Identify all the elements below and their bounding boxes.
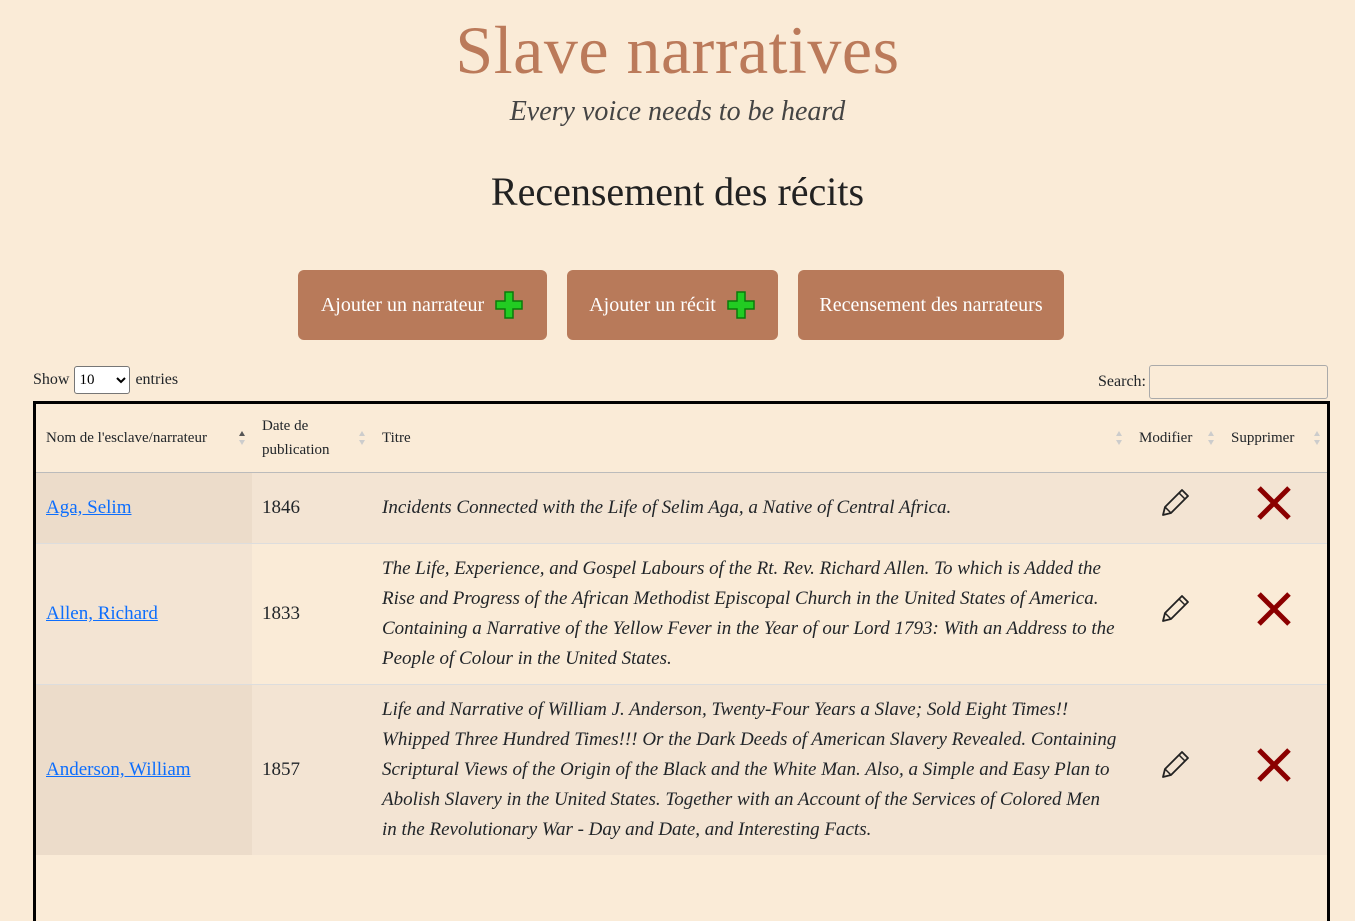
sort-icon (1314, 431, 1320, 445)
column-header-title-label: Titre (382, 430, 411, 446)
edit-cell (1129, 543, 1221, 685)
search-control: Search: (1098, 365, 1328, 399)
title-cell: The Life, Experience, and Gospel Labours… (372, 543, 1129, 685)
show-label: Show (33, 371, 70, 388)
page-title: Recensement des récits (490, 169, 865, 214)
column-header-delete[interactable]: Supprimer (1221, 404, 1327, 473)
sort-ascending-icon (239, 431, 245, 445)
delete-cell (1221, 472, 1327, 544)
delete-icon[interactable] (1254, 483, 1294, 523)
table-row: Anderson, William 1857 Life and Narrativ… (36, 684, 1327, 855)
edit-cell (1129, 472, 1221, 544)
search-label: Search: (1098, 373, 1146, 390)
table-header-row: Nom de l'esclave/narrateur Date de publi… (36, 404, 1327, 473)
delete-cell (1221, 543, 1327, 685)
sort-icon (359, 431, 365, 445)
pencil-icon[interactable] (1157, 591, 1193, 627)
date-cell: 1846 (252, 472, 372, 544)
table-row: Aga, Selim 1846 Incidents Connected with… (36, 472, 1327, 544)
pencil-icon[interactable] (1157, 747, 1193, 783)
site-subtitle: Every voice needs to be heard (509, 96, 846, 127)
narrator-link[interactable]: Allen, Richard (46, 603, 158, 624)
date-cell: 1857 (252, 684, 372, 855)
column-header-name-label: Nom de l'esclave/narrateur (46, 430, 207, 446)
narrator-cell: Anderson, William (36, 684, 252, 855)
sort-icon (1208, 431, 1214, 445)
delete-cell (1221, 684, 1327, 855)
narrator-link[interactable]: Anderson, William (46, 759, 191, 780)
column-header-date-label: Date de publication (262, 418, 330, 458)
narrator-cell: Aga, Selim (36, 472, 252, 544)
narratives-table: Nom de l'esclave/narrateur Date de publi… (36, 404, 1327, 855)
sort-icon (1116, 431, 1122, 445)
entries-label: entries (135, 371, 179, 388)
pencil-icon[interactable] (1157, 485, 1193, 521)
date-cell: 1833 (252, 543, 372, 685)
narrator-census-label: Recensement des narrateurs (819, 293, 1043, 316)
page-length-control: Show 10 entries (33, 366, 178, 394)
plus-icon (495, 291, 523, 319)
add-narrative-label: Ajouter un récit (589, 293, 716, 316)
table-row: Allen, Richard 1833 The Life, Experience… (36, 543, 1327, 685)
column-header-name[interactable]: Nom de l'esclave/narrateur (36, 404, 252, 473)
plus-icon (727, 291, 755, 319)
search-input[interactable] (1149, 365, 1328, 399)
narrator-cell: Allen, Richard (36, 543, 252, 685)
delete-icon[interactable] (1254, 745, 1294, 785)
page-length-select[interactable]: 10 (74, 366, 131, 394)
column-header-delete-label: Supprimer (1231, 430, 1295, 446)
narrator-census-button[interactable]: Recensement des narrateurs (798, 270, 1064, 340)
action-bar: Ajouter un narrateur Ajouter un récit Re… (0, 270, 1355, 340)
title-cell: Life and Narrative of William J. Anderso… (372, 684, 1129, 855)
column-header-edit[interactable]: Modifier (1129, 404, 1221, 473)
site-title: Slave narratives (455, 12, 900, 88)
column-header-edit-label: Modifier (1139, 430, 1193, 446)
column-header-title[interactable]: Titre (372, 404, 1129, 473)
column-header-date[interactable]: Date de publication (252, 404, 372, 473)
delete-icon[interactable] (1254, 589, 1294, 629)
narrator-link[interactable]: Aga, Selim (46, 497, 132, 518)
add-narrative-button[interactable]: Ajouter un récit (567, 270, 778, 340)
add-narrator-button[interactable]: Ajouter un narrateur (298, 270, 547, 340)
edit-cell (1129, 684, 1221, 855)
title-cell: Incidents Connected with the Life of Sel… (372, 472, 1129, 544)
narratives-table-container: Nom de l'esclave/narrateur Date de publi… (33, 401, 1330, 921)
add-narrator-label: Ajouter un narrateur (320, 293, 485, 316)
